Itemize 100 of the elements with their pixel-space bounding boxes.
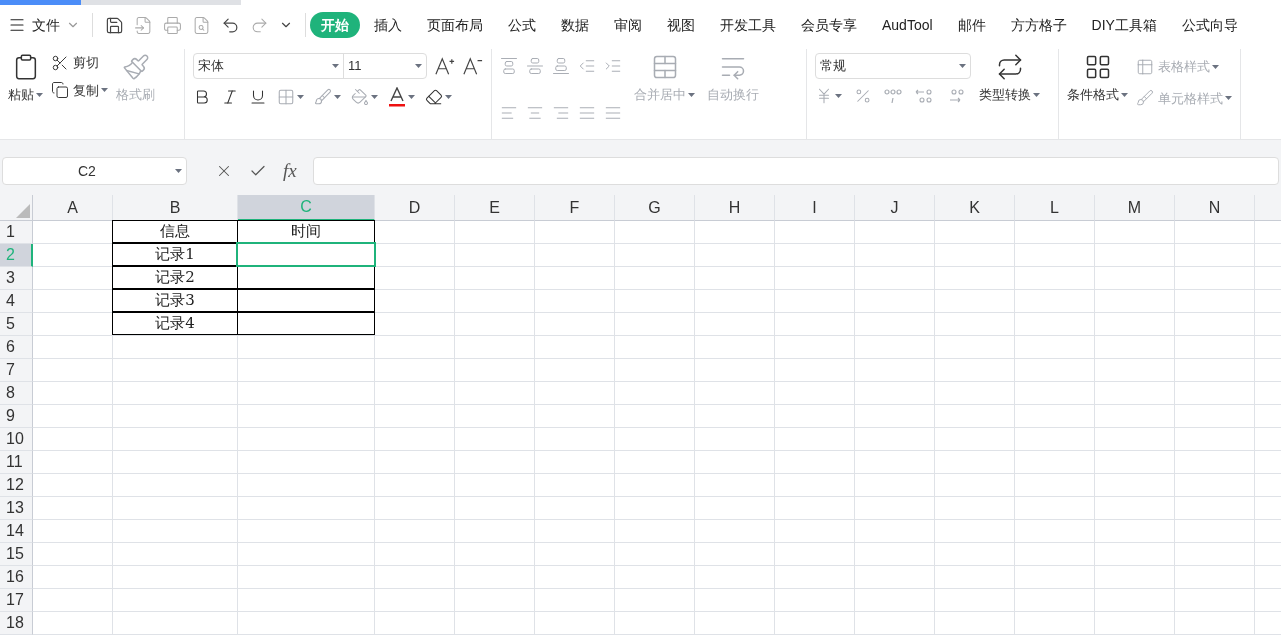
caret-icon bbox=[415, 64, 422, 68]
paste-button[interactable]: 粘贴 bbox=[8, 53, 43, 139]
caret-icon bbox=[408, 95, 415, 99]
column-header[interactable]: G bbox=[615, 195, 695, 221]
percent-icon[interactable] bbox=[854, 87, 872, 105]
align-middle-icon[interactable] bbox=[526, 57, 544, 75]
font-color-icon[interactable] bbox=[388, 87, 406, 107]
font-size-dropdown[interactable]: 11 bbox=[344, 54, 426, 78]
column-header[interactable]: B bbox=[113, 195, 238, 221]
ribbon-tab[interactable]: 页面布局 bbox=[416, 12, 494, 38]
row-header[interactable]: 15 bbox=[0, 543, 33, 566]
row-header[interactable]: 11 bbox=[0, 451, 33, 474]
table-cell[interactable]: 记录3 bbox=[112, 289, 238, 312]
ribbon-tab[interactable]: 公式向导 bbox=[1170, 12, 1249, 38]
align-bottom-icon[interactable] bbox=[552, 57, 570, 75]
row-header[interactable]: 6 bbox=[0, 336, 33, 359]
preview-icon[interactable] bbox=[192, 15, 211, 35]
print-icon[interactable] bbox=[163, 15, 182, 35]
row-header[interactable]: 7 bbox=[0, 359, 33, 382]
row-header[interactable]: 17 bbox=[0, 589, 33, 612]
column-header[interactable]: N bbox=[1175, 195, 1255, 221]
table-cell[interactable]: 时间 bbox=[237, 220, 375, 243]
row-header[interactable]: 9 bbox=[0, 405, 33, 428]
font-name-dropdown[interactable]: 宋体 bbox=[194, 54, 344, 78]
table-cell[interactable] bbox=[237, 243, 375, 266]
table-cell[interactable] bbox=[237, 266, 375, 289]
fill-color-icon[interactable] bbox=[351, 88, 369, 106]
row-header[interactable]: 10 bbox=[0, 428, 33, 451]
shrink-font-icon[interactable] bbox=[463, 56, 483, 76]
column-header[interactable]: D bbox=[375, 195, 455, 221]
caret-icon bbox=[101, 88, 108, 93]
align-center-icon[interactable] bbox=[526, 104, 544, 122]
italic-icon[interactable] bbox=[221, 88, 239, 106]
distribute-icon[interactable] bbox=[604, 104, 622, 122]
caret-icon bbox=[297, 95, 304, 99]
row-header[interactable]: 16 bbox=[0, 566, 33, 589]
ribbon-tab[interactable]: 插入 bbox=[363, 12, 413, 38]
row-header[interactable]: 4 bbox=[0, 290, 33, 313]
button-icon bbox=[51, 53, 69, 72]
type-convert-button[interactable]: 类型转换 bbox=[979, 53, 1040, 139]
column-header[interactable]: J bbox=[855, 195, 935, 221]
row-header[interactable]: 8 bbox=[0, 382, 33, 405]
copy-button[interactable]: 复制 bbox=[51, 80, 108, 100]
name-box[interactable]: C2 bbox=[2, 157, 187, 185]
table-cell[interactable] bbox=[237, 289, 375, 312]
ribbon-tab[interactable]: 方方格子 bbox=[999, 12, 1078, 38]
ribbon-tab[interactable]: 数据 bbox=[550, 12, 600, 38]
table-cell[interactable]: 记录1 bbox=[112, 243, 238, 266]
row-header[interactable]: 14 bbox=[0, 520, 33, 543]
column-header[interactable]: I bbox=[775, 195, 855, 221]
column-header[interactable]: E bbox=[455, 195, 535, 221]
justify-icon[interactable] bbox=[578, 104, 596, 122]
number-format-dropdown[interactable]: 常规 bbox=[815, 53, 971, 79]
increase-decimal-icon[interactable] bbox=[914, 87, 934, 105]
align-left-icon[interactable] bbox=[500, 104, 518, 122]
column-header[interactable]: F bbox=[535, 195, 615, 221]
save-icon[interactable] bbox=[105, 15, 124, 35]
ribbon-tab[interactable]: 视图 bbox=[656, 12, 706, 38]
eraser-icon[interactable] bbox=[425, 88, 443, 106]
align-right-icon[interactable] bbox=[552, 104, 570, 122]
ribbon-tab[interactable]: 开发工具 bbox=[709, 12, 787, 38]
table-cell[interactable]: 记录4 bbox=[112, 312, 238, 335]
cut-button[interactable]: 剪切 bbox=[51, 53, 108, 73]
row-header[interactable]: 5 bbox=[0, 313, 33, 336]
column-header[interactable]: A bbox=[33, 195, 113, 221]
export-icon[interactable] bbox=[134, 15, 153, 35]
table-cell[interactable]: 信息 bbox=[112, 220, 238, 243]
row-header[interactable]: 13 bbox=[0, 497, 33, 520]
brush-icon[interactable] bbox=[314, 88, 332, 106]
row-header[interactable]: 1 bbox=[0, 221, 33, 244]
table-cell[interactable]: 记录2 bbox=[112, 266, 238, 289]
insert-function-button[interactable]: fx bbox=[283, 156, 297, 186]
select-all-icon[interactable] bbox=[16, 204, 30, 218]
border-icon[interactable] bbox=[277, 88, 295, 106]
file-menu[interactable]: 文件 bbox=[8, 14, 88, 36]
ribbon-tab[interactable]: 邮件 bbox=[946, 12, 997, 38]
conditional-format-button[interactable]: 条件格式 bbox=[1067, 53, 1128, 139]
column-header[interactable]: M bbox=[1095, 195, 1175, 221]
ribbon-tab[interactable]: 会员专享 bbox=[790, 12, 868, 38]
indent-decrease-icon[interactable] bbox=[578, 57, 596, 75]
indent-increase-icon[interactable] bbox=[604, 57, 622, 75]
ribbon-tab[interactable]: DIY工具箱 bbox=[1080, 12, 1168, 38]
caret-icon bbox=[175, 169, 182, 173]
ribbon-tab[interactable]: AudTool bbox=[871, 12, 944, 38]
caret-icon bbox=[334, 95, 341, 99]
ribbon-tab[interactable]: 公式 bbox=[497, 12, 547, 38]
column-header[interactable]: K bbox=[935, 195, 1015, 221]
caret-icon bbox=[1121, 92, 1128, 97]
align-top-icon[interactable] bbox=[500, 57, 518, 75]
row-header[interactable]: 18 bbox=[0, 612, 33, 635]
row-header[interactable]: 3 bbox=[0, 267, 33, 290]
column-header[interactable]: H bbox=[695, 195, 775, 221]
table-cell[interactable] bbox=[237, 312, 375, 335]
grow-font-icon[interactable] bbox=[435, 56, 455, 76]
column-header[interactable]: L bbox=[1015, 195, 1095, 221]
row-header[interactable]: 12 bbox=[0, 474, 33, 497]
formula-input[interactable] bbox=[312, 157, 1279, 185]
ribbon-tab[interactable]: 审阅 bbox=[603, 12, 653, 38]
underline-icon[interactable] bbox=[249, 88, 267, 106]
thousands-icon[interactable] bbox=[884, 87, 902, 105]
